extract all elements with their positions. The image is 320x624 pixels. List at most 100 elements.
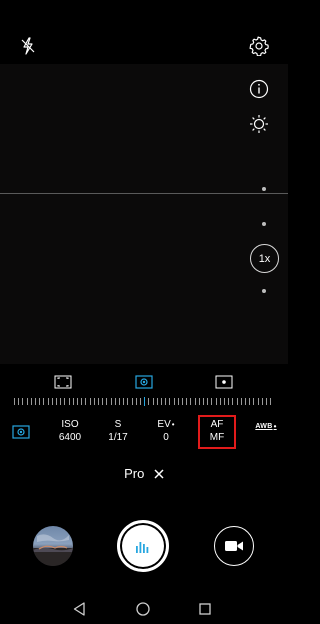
ruler-tick — [161, 398, 162, 405]
ruler-tick — [240, 398, 242, 405]
ev-label: EV• — [157, 419, 175, 430]
af-highlight-box — [198, 415, 236, 449]
ruler-tick — [203, 398, 204, 405]
brightness-button[interactable] — [248, 113, 270, 135]
home-button[interactable] — [134, 600, 152, 618]
ruler-tick — [186, 398, 188, 405]
ruler-tick — [14, 398, 15, 405]
ruler-tick — [177, 398, 179, 405]
camera-viewfinder[interactable] — [0, 64, 288, 364]
close-mode-button[interactable] — [154, 467, 164, 482]
ruler-tick — [236, 398, 238, 405]
ruler-tick — [22, 398, 24, 405]
awb-param-button[interactable]: AWB• — [244, 420, 288, 433]
center-weighted-metering-icon[interactable] — [135, 375, 153, 389]
ruler-tick — [215, 398, 217, 405]
shutter-param-button[interactable]: S 1/17 — [96, 418, 140, 444]
center-weighted-metering-icon — [12, 425, 30, 439]
zoom-dot — [262, 222, 266, 226]
video-mode-button[interactable] — [214, 526, 254, 566]
ruler-tick — [211, 398, 213, 405]
ruler-tick — [245, 398, 246, 405]
ruler-tick — [169, 398, 171, 405]
ruler-tick — [148, 398, 150, 405]
ruler-tick — [51, 398, 53, 405]
parameter-ruler[interactable] — [14, 397, 274, 408]
ruler-tick — [135, 398, 137, 405]
ruler-tick — [85, 398, 87, 405]
matrix-metering-icon[interactable] — [54, 375, 72, 389]
ruler-tick — [198, 398, 200, 405]
ruler-tick — [257, 398, 259, 405]
zoom-dot — [262, 289, 266, 293]
metering-button[interactable] — [11, 424, 31, 440]
flash-off-icon — [21, 37, 35, 55]
ruler-tick — [30, 398, 32, 405]
mode-indicator: Pro — [0, 466, 288, 482]
ruler-tick — [68, 398, 70, 405]
spot-metering-icon[interactable] — [215, 375, 233, 389]
iso-value: 6400 — [58, 432, 82, 443]
ruler-tick — [98, 398, 99, 405]
gear-icon — [249, 36, 269, 56]
gallery-image — [33, 534, 73, 566]
ruler-tick — [270, 398, 272, 405]
settings-button[interactable] — [248, 35, 270, 57]
iso-param-button[interactable]: ISO 6400 — [48, 418, 92, 444]
ev-value: 0 — [163, 432, 169, 443]
ruler-tick — [47, 398, 49, 405]
ruler-tick — [43, 398, 45, 405]
ruler-tick — [110, 398, 112, 405]
ruler-tick — [253, 398, 255, 405]
auto-dot-icon: • — [273, 422, 277, 431]
info-button[interactable] — [248, 78, 270, 100]
ruler-tick — [152, 398, 154, 405]
ruler-tick — [228, 398, 230, 405]
back-triangle-icon — [73, 602, 85, 616]
ruler-tick — [60, 398, 62, 405]
ruler-tick — [18, 398, 20, 405]
ruler-tick — [207, 398, 209, 405]
ruler-tick — [194, 398, 196, 405]
ruler-tick — [72, 398, 74, 405]
ruler-tick — [224, 398, 225, 405]
ruler-tick — [106, 398, 108, 405]
flash-toggle-button[interactable] — [18, 36, 38, 56]
awb-label: AWB• — [255, 422, 277, 431]
ruler-tick — [131, 398, 133, 405]
ruler-tick — [219, 398, 221, 405]
mode-label: Pro — [124, 466, 145, 481]
video-camera-icon — [225, 541, 243, 551]
ruler-tick — [140, 398, 141, 405]
shutter-button[interactable] — [117, 520, 169, 572]
metering-mode-selector — [0, 375, 288, 391]
recents-square-icon — [199, 603, 211, 615]
info-icon — [249, 79, 269, 99]
level-line — [0, 193, 288, 194]
ruler-tick — [39, 398, 41, 405]
ruler-tick — [156, 398, 158, 405]
ruler-tick — [232, 398, 234, 405]
ruler-tick — [56, 398, 57, 405]
gallery-thumbnail[interactable] — [33, 526, 73, 566]
ruler-tick — [123, 398, 125, 405]
zoom-label: 1x — [258, 252, 271, 265]
ruler-tick — [35, 398, 36, 405]
sun-icon — [250, 115, 268, 133]
iso-label: ISO — [61, 419, 79, 430]
ruler-tick — [26, 398, 28, 405]
auto-dot-icon: • — [171, 420, 175, 429]
shutter-label: S — [114, 419, 122, 430]
ruler-tick — [266, 398, 267, 405]
close-icon — [154, 469, 164, 479]
ruler-tick — [182, 398, 183, 405]
shutter-value: 1/17 — [108, 432, 128, 443]
zoom-button[interactable]: 1x — [250, 244, 279, 273]
zoom-dot — [262, 187, 266, 191]
ruler-tick — [93, 398, 95, 405]
recents-button[interactable] — [196, 600, 214, 618]
ruler-tick — [119, 398, 120, 405]
ruler-tick — [249, 398, 251, 405]
ev-param-button[interactable]: EV• 0 — [144, 418, 188, 444]
back-button[interactable] — [70, 600, 88, 618]
